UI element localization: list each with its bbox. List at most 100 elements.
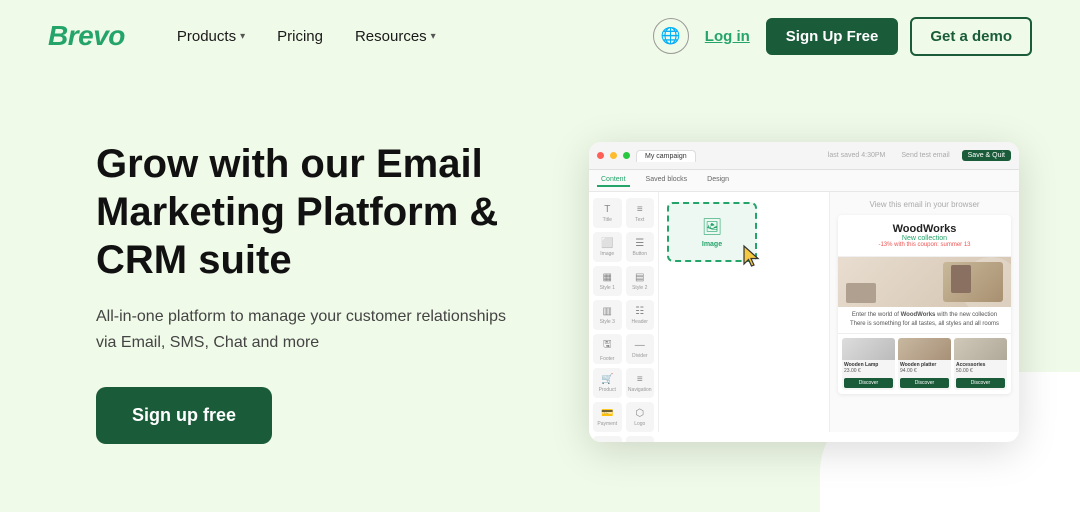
product-price: 50.00 €	[954, 368, 1007, 376]
sidebar-block-label: Text	[635, 217, 644, 223]
discover-button[interactable]: Discover	[900, 378, 949, 388]
style-icon: ▦	[603, 272, 612, 283]
sidebar-block-divider[interactable]: — Divider	[626, 334, 655, 364]
sidebar-block-logo[interactable]: ⬡ Logo	[626, 402, 655, 432]
mockup-tab-content[interactable]: Content	[597, 174, 630, 187]
sidebar-block-navigation[interactable]: ≡ Navigation	[626, 368, 655, 398]
sidebar-block-label: Divider	[632, 353, 648, 359]
nav-item-pricing[interactable]: Pricing	[265, 20, 335, 53]
image-drop-label: Image	[702, 241, 722, 248]
sidebar-block-header[interactable]: ☷ Header	[626, 300, 655, 330]
header-icon: ☷	[635, 306, 644, 317]
sidebar-block-label: Navigation	[628, 387, 652, 393]
window-maximize-dot	[623, 152, 630, 159]
sidebar-block-button[interactable]: ☰ Button	[626, 232, 655, 262]
email-preview-panel: View this email in your browser WoodWork…	[829, 192, 1019, 432]
mockup-tab-saved-blocks[interactable]: Saved blocks	[642, 174, 692, 187]
preview-banner-image	[838, 257, 1011, 307]
sidebar-block-style1[interactable]: ▦ Style 1	[593, 266, 622, 296]
save-quit-button[interactable]: Save & Quit	[962, 150, 1011, 161]
nav-item-products[interactable]: Products ▾	[165, 20, 257, 53]
video-icon: ▶	[636, 442, 644, 443]
login-button[interactable]: Log in	[701, 20, 754, 53]
text-lines-icon: ≡	[637, 204, 643, 215]
product-name: Wooden Lamp	[842, 360, 895, 368]
sidebar-block-image[interactable]: ⬜ Image	[593, 232, 622, 262]
hero-text: Grow with our Email Marketing Platform &…	[96, 140, 516, 444]
preview-desc-text: Enter the world of WoodWorks with the ne…	[838, 307, 1011, 334]
send-test-label[interactable]: Send test email	[901, 152, 949, 159]
sidebar-block-text[interactable]: ≡ Text	[626, 198, 655, 228]
hero-image: My campaign last saved 4:30PM Send test …	[576, 142, 1032, 442]
button-icon: ☰	[635, 238, 644, 249]
preview-header-text: View this email in your browser	[838, 200, 1011, 209]
preview-brand-section: WoodWorks New collection -13% with this …	[838, 215, 1011, 257]
cursor-icon	[741, 244, 763, 276]
brand-logo[interactable]: Brevo	[48, 20, 125, 52]
discover-button[interactable]: Discover	[956, 378, 1005, 388]
sidebar-block-footer[interactable]: 🖫 Footer	[593, 334, 622, 364]
logo-icon: ⬡	[635, 408, 644, 419]
sidebar-block-title[interactable]: T Title	[593, 198, 622, 228]
payment-icon: 💳	[601, 408, 613, 419]
footer-icon: 🖫	[603, 337, 612, 354]
sidebar-block-label: Footer	[600, 356, 614, 362]
brand-collection: New collection	[846, 235, 1003, 242]
signup-button[interactable]: Sign Up Free	[766, 18, 899, 55]
product-item-2: Wooden platter 94.00 € Discover	[898, 338, 951, 390]
demo-button[interactable]: Get a demo	[910, 17, 1032, 56]
mockup-tabs: Content Saved blocks Design	[589, 170, 1019, 192]
product-item-1: Wooden Lamp 23.00 € Discover	[842, 338, 895, 390]
nav-item-resources[interactable]: Resources ▾	[343, 20, 448, 53]
product-name: Wooden platter	[898, 360, 951, 368]
spacer-icon: ⊞	[603, 442, 611, 443]
sidebar-block-product[interactable]: 🛒 Product	[593, 368, 622, 398]
hero-cta-button[interactable]: Sign up free	[96, 387, 272, 444]
mockup-topbar: My campaign last saved 4:30PM Send test …	[589, 142, 1019, 170]
sidebar-block-label: Title	[603, 217, 612, 223]
image-placeholder-icon: 🖼	[702, 217, 722, 237]
product-price: 23.00 €	[842, 368, 895, 376]
preview-products-grid: Wooden Lamp 23.00 € Discover Wooden plat…	[838, 334, 1011, 394]
sidebar-block-label: Style 2	[632, 285, 647, 291]
sidebar-block-style3[interactable]: ▥ Style 3	[593, 300, 622, 330]
brand-name: WoodWorks	[846, 223, 1003, 235]
email-preview-card: WoodWorks New collection -13% with this …	[838, 215, 1011, 394]
discover-button[interactable]: Discover	[844, 378, 893, 388]
window-close-dot	[597, 152, 604, 159]
product-price: 94.00 €	[898, 368, 951, 376]
product-name: Accessories	[954, 360, 1007, 368]
window-minimize-dot	[610, 152, 617, 159]
mockup-save-status: last saved 4:30PM	[828, 152, 886, 159]
sidebar-block-label: Product	[599, 387, 616, 393]
language-selector-button[interactable]: 🌐	[653, 18, 689, 54]
chevron-down-icon: ▾	[240, 31, 245, 42]
sidebar-block-style2[interactable]: ▤ Style 2	[626, 266, 655, 296]
sidebar-block-payment[interactable]: 💳 Payment	[593, 402, 622, 432]
mockup-title-bar: My campaign last saved 4:30PM Send test …	[636, 150, 1011, 162]
sidebar-block-video[interactable]: ▶ Video	[626, 436, 655, 442]
sidebar-block-label: Style 3	[600, 319, 615, 325]
image-icon: ⬜	[601, 238, 613, 249]
chevron-down-icon: ▾	[431, 31, 436, 42]
brand-coupon: -13% with this coupon: summer 13	[846, 242, 1003, 248]
mockup-tab-design[interactable]: Design	[703, 174, 733, 187]
sidebar-block-label: Style 1	[600, 285, 615, 291]
divider-icon: —	[635, 340, 645, 351]
sidebar-block-label: Payment	[597, 421, 617, 427]
app-mockup: My campaign last saved 4:30PM Send test …	[589, 142, 1019, 442]
text-icon: T	[604, 204, 610, 215]
sidebar-block-label: Header	[632, 319, 648, 325]
globe-icon: 🌐	[661, 26, 681, 46]
mockup-canvas: 🖼 Image View this email in your browser	[659, 192, 1019, 432]
sidebar-block-spacer[interactable]: ⊞ Spacer	[593, 436, 622, 442]
product-item-3: Accessories 50.00 € Discover	[954, 338, 1007, 390]
nav-links: Products ▾ Pricing Resources ▾	[165, 20, 653, 53]
hero-subtitle: All-in-one platform to manage your custo…	[96, 304, 516, 355]
sidebar-block-label: Logo	[634, 421, 645, 427]
style-icon: ▤	[635, 272, 644, 283]
mockup-body: T Title ≡ Text ⬜ Image ☰ Button	[589, 192, 1019, 432]
navigation-icon: ≡	[637, 374, 643, 385]
mockup-tab: My campaign	[636, 150, 696, 162]
navbar: Brevo Products ▾ Pricing Resources ▾ 🌐 L…	[0, 0, 1080, 72]
